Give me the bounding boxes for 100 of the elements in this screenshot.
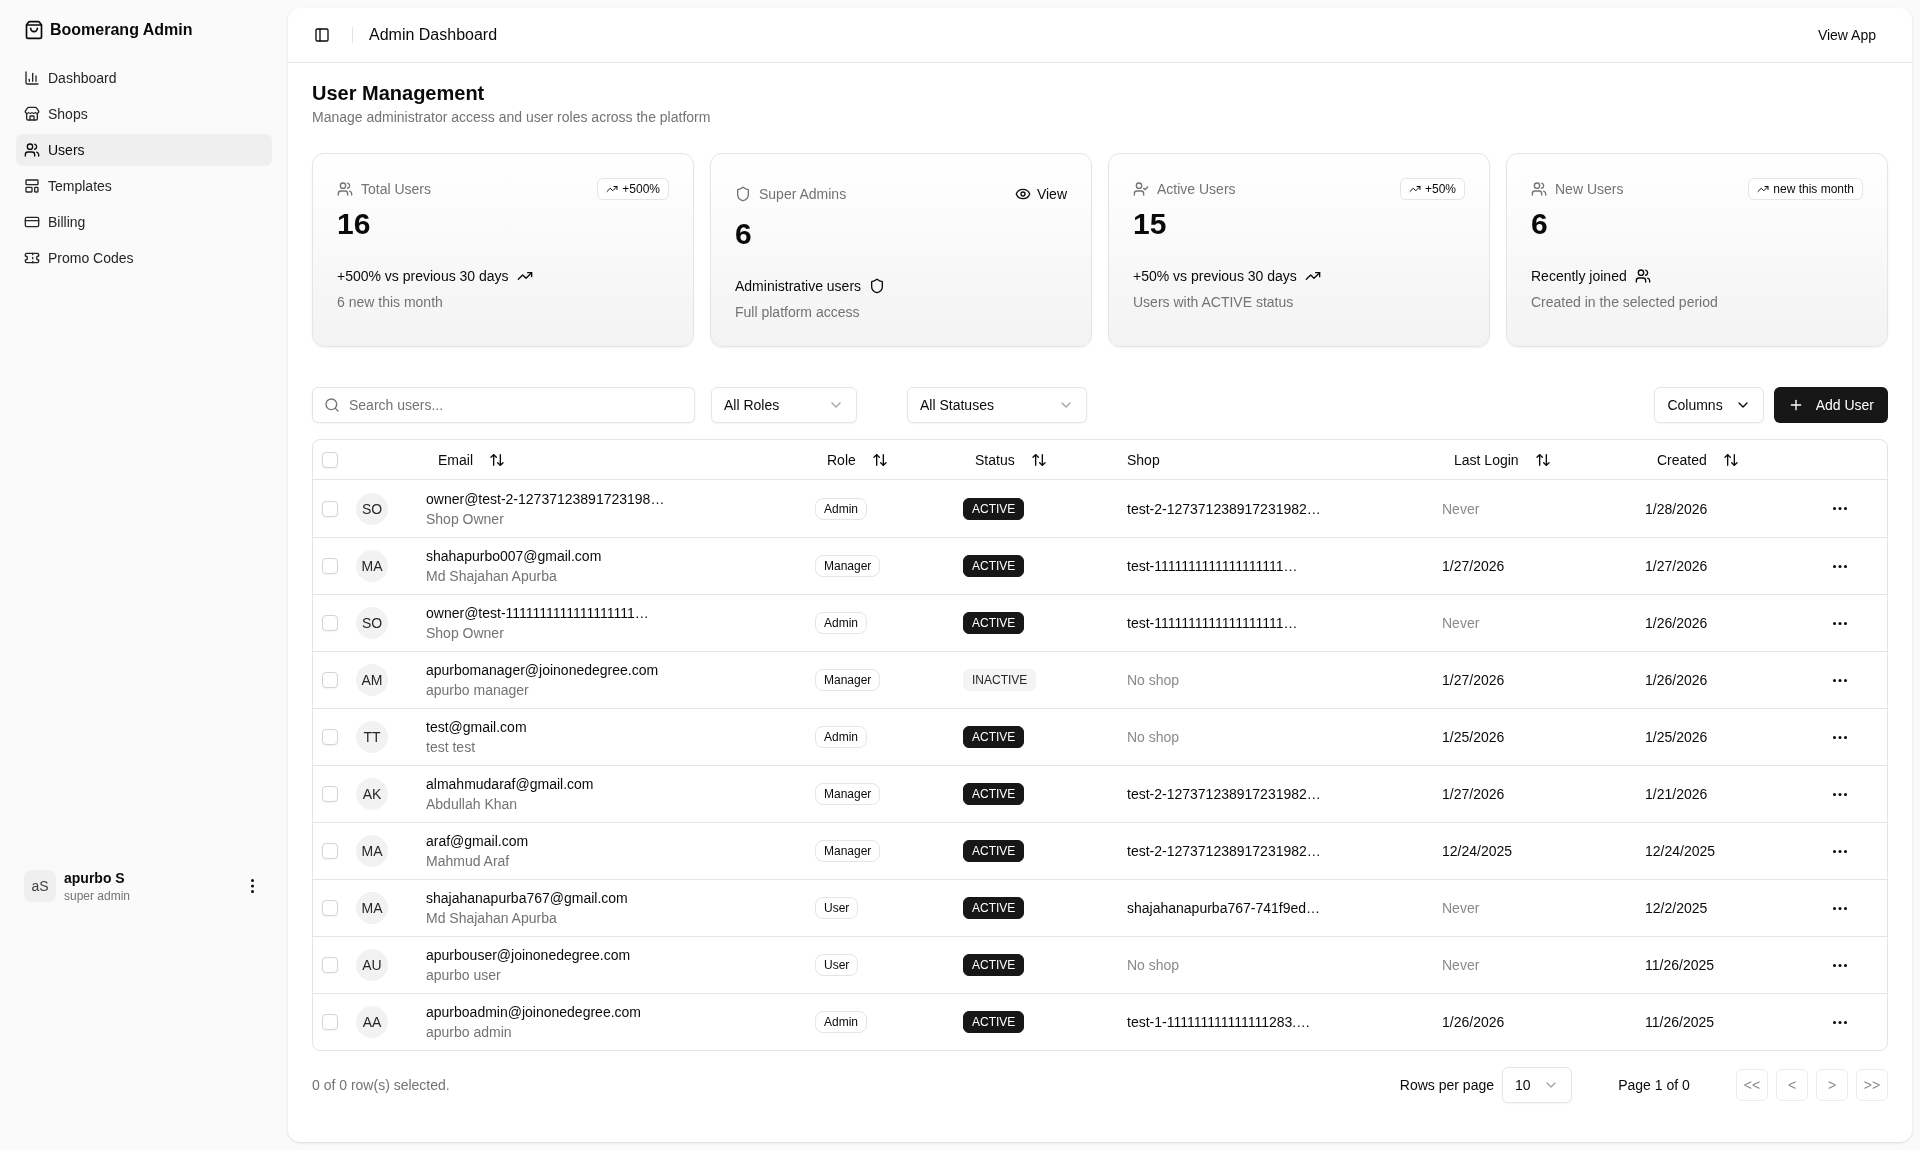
role-tag: Admin	[815, 612, 867, 634]
row-checkbox[interactable]	[322, 672, 338, 688]
stat-label: New Users	[1555, 180, 1624, 199]
sidebar-item[interactable]: Promo Codes	[16, 242, 272, 274]
last-login-date: 1/27/2026	[1442, 557, 1505, 576]
user-full-name: Shop Owner	[426, 509, 505, 529]
created-date: 1/27/2026	[1645, 557, 1708, 576]
filter-dropdown[interactable]: All Statuses	[907, 387, 1087, 423]
user-avatar: MA	[356, 892, 388, 924]
row-checkbox[interactable]	[322, 729, 338, 745]
status-tag: INACTIVE	[963, 669, 1037, 691]
sort-icon	[489, 451, 505, 468]
shop-name: test-1-111111111111111283.…	[1127, 1013, 1311, 1032]
created-date: 1/26/2026	[1645, 671, 1708, 690]
users-icon	[337, 181, 353, 197]
last-login-date: 1/26/2026	[1442, 1013, 1505, 1032]
role-tag: User	[815, 897, 859, 919]
column-sort-button[interactable]: Created	[1645, 443, 1751, 476]
section-description: Manage administrator access and user roles across the platform	[312, 108, 712, 127]
user-full-name: Md Shajahan Apurba	[426, 909, 558, 928]
user-email: araf@gmail.com	[426, 832, 530, 851]
section-title: User Management	[312, 81, 486, 106]
user-full-name: apurbo manager	[426, 681, 530, 700]
status-tag: ACTIVE	[963, 612, 1025, 634]
shield-icon	[869, 278, 886, 294]
row-checkbox[interactable]	[322, 615, 338, 631]
created-date: 11/26/2025	[1645, 956, 1715, 975]
trend-label: +500%	[622, 181, 660, 197]
stat-summary: +500% vs previous 30 days	[337, 267, 509, 286]
row-checkbox[interactable]	[322, 843, 338, 859]
row-checkbox[interactable]	[322, 786, 338, 802]
users-icon	[1531, 181, 1547, 197]
sidebar-item[interactable]: Dashboard	[16, 62, 272, 94]
user-email: apurboadmin@joinonedegree.com	[426, 1003, 643, 1022]
column-sort-button[interactable]: Status	[963, 443, 1059, 476]
role-tag: Admin	[815, 726, 867, 748]
row-checkbox[interactable]	[322, 1014, 338, 1030]
user-full-name: Abdullah Khan	[426, 795, 519, 814]
brand-name: Boomerang Admin	[50, 20, 193, 40]
shop-name: test-1111111111111111111…	[1127, 557, 1298, 576]
ellipsis-icon	[1833, 507, 1847, 510]
add-user-button[interactable]: Add User	[1773, 387, 1888, 423]
role-tag: Manager	[815, 840, 881, 862]
user-email: test@gmail.com	[426, 718, 528, 737]
column-sort-button[interactable]: Last Login	[1442, 443, 1563, 476]
created-date: 1/25/2026	[1645, 728, 1708, 747]
layout-icon	[24, 178, 40, 194]
user-full-name: apurbo admin	[426, 1023, 513, 1042]
stat-value: 6	[735, 216, 753, 252]
rows-per-page-select[interactable]: 10	[1502, 1067, 1572, 1103]
created-date: 1/26/2026	[1645, 614, 1708, 633]
user-avatar: MA	[356, 550, 388, 582]
view-button[interactable]: View	[1004, 178, 1077, 210]
row-checkbox[interactable]	[322, 900, 338, 916]
user-email: almahmudaraf@gmail.com	[426, 775, 595, 794]
sidebar-item[interactable]: Users	[16, 134, 272, 166]
role-tag: User	[815, 954, 859, 976]
select-all-checkbox[interactable]	[322, 451, 338, 468]
sort-icon	[1722, 451, 1739, 468]
user-full-name: Mahmud Araf	[426, 852, 511, 871]
row-checkbox[interactable]	[322, 558, 338, 574]
last-login-date: 1/27/2026	[1442, 785, 1505, 804]
shield-icon	[735, 186, 751, 202]
trending-up-icon	[606, 183, 619, 195]
trending-up-icon	[1408, 183, 1421, 195]
last-login-date: 1/25/2026	[1442, 728, 1505, 747]
shop-name: test-2-127371238917231982…	[1127, 499, 1321, 519]
status-tag: ACTIVE	[963, 840, 1025, 862]
ellipsis-icon	[1833, 963, 1847, 967]
last-login-date: Never	[1442, 956, 1480, 975]
view-app-button[interactable]: View App	[1805, 19, 1888, 51]
shop-name: test-1111111111111111111…	[1127, 614, 1298, 633]
ellipsis-icon	[1833, 735, 1847, 739]
last-login-date: Never	[1442, 614, 1480, 633]
store-icon	[24, 106, 40, 122]
filter-dropdown[interactable]: All Roles	[711, 387, 857, 423]
column-sort-button[interactable]: Email	[426, 443, 517, 476]
role-tag: Manager	[815, 783, 881, 805]
search-field[interactable]: Search users...	[312, 387, 695, 423]
stat-note: Full platform access	[735, 303, 861, 322]
shop-name: No shop	[1127, 671, 1180, 690]
shop-name: test-2-127371238917231982…	[1127, 785, 1321, 804]
columns-button[interactable]: Columns	[1654, 387, 1764, 423]
user-avatar: AM	[356, 664, 388, 696]
eye-icon	[1014, 186, 1031, 202]
column-sort-button[interactable]: Role	[815, 443, 900, 476]
sort-icon	[1030, 451, 1047, 468]
last-login-date: Never	[1442, 899, 1480, 918]
row-checkbox[interactable]	[322, 957, 338, 973]
user-email: apurbouser@joinonedegree.com	[426, 946, 632, 965]
stat-value: 16	[337, 206, 372, 242]
user-full-name: test test	[426, 738, 477, 757]
sidebar-item[interactable]: Shops	[16, 98, 272, 130]
sidebar-item[interactable]: Templates	[16, 170, 272, 202]
row-checkbox[interactable]	[322, 500, 338, 517]
shop-name: shajahanapurba767-741f9ed…	[1127, 899, 1321, 918]
sidebar-item[interactable]: Billing	[16, 206, 272, 238]
role-tag: Admin	[815, 1011, 867, 1033]
ellipsis-icon	[1833, 678, 1847, 682]
shop-name: test-2-127371238917231982…	[1127, 842, 1321, 861]
